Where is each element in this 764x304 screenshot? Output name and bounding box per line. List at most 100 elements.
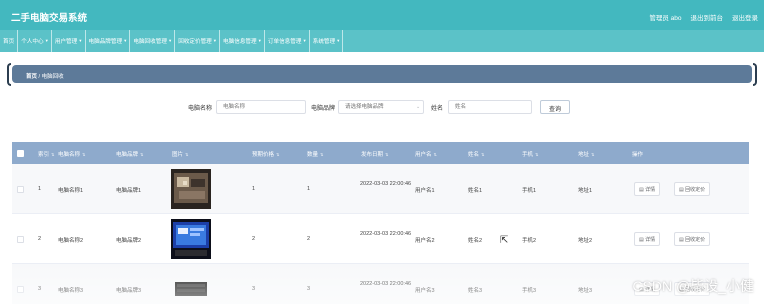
cell-address: 地址2: [578, 238, 593, 244]
table-header: 索引 ⇅ 电脑名称 ⇅ 电脑品牌 ⇅ 图片 ⇅ 预期价格 ⇅ 数量 ⇅ 发布日期 ⇅ 用户名 ⇅…: [12, 142, 749, 164]
detail-button-label: 详情: [645, 237, 656, 243]
computer-thumbnail[interactable]: [171, 219, 211, 259]
detail-button[interactable]: ▤ 详情: [634, 182, 661, 196]
column-header[interactable]: 姓名 ⇅: [468, 150, 484, 158]
column-header[interactable]: 索引 ⇅: [38, 150, 54, 158]
cell-phone: 手机2: [522, 238, 537, 244]
top-header: 二手电脑交易系统 管理员 abo 退出到前台 退出登录: [0, 0, 764, 30]
cell-person: 姓名3: [468, 288, 483, 294]
column-header[interactable]: 图片 ⇅: [172, 150, 188, 158]
cell-index: 2: [38, 236, 42, 242]
logout-link[interactable]: 退出登录: [732, 12, 758, 22]
column-header-label: 发布日期: [361, 152, 384, 158]
price-button-label: 回收定价: [685, 187, 706, 193]
column-header[interactable]: 电脑名称 ⇅: [58, 150, 85, 158]
cell-index: 1: [38, 186, 42, 192]
column-header-label: 图片: [172, 152, 184, 158]
chevron-down-icon: ▾: [45, 38, 48, 43]
nav-item-brands[interactable]: 电脑品牌管理 ▾: [86, 30, 131, 52]
row-checkbox[interactable]: [17, 236, 24, 243]
column-header-label: 操作: [632, 152, 644, 158]
column-header[interactable]: 手机 ⇅: [522, 150, 538, 158]
person-label: 姓名: [431, 106, 444, 112]
nav-item-label: 系统管理: [312, 39, 336, 45]
column-header[interactable]: 用户名 ⇅: [415, 150, 437, 158]
column-header[interactable]: 地址 ⇅: [578, 150, 594, 158]
chevron-down-icon: ▾: [337, 38, 340, 43]
breadcrumb-text: 首页 / 电脑回收: [26, 72, 64, 80]
sort-icon: ⇅: [185, 152, 189, 157]
sort-icon: ⇅: [535, 152, 539, 157]
select-all-checkbox[interactable]: [17, 150, 24, 157]
app-title: 二手电脑交易系统: [11, 13, 88, 24]
nav-item-home[interactable]: 首页: [0, 30, 19, 52]
chevron-down-icon: ▾: [168, 38, 172, 43]
cell-date: 2022-03-03 22:00:46: [360, 281, 412, 287]
cell-quantity: 2: [307, 236, 311, 242]
nav-item-computers[interactable]: 电脑信息管理 ▾: [220, 30, 265, 52]
cell-name: 电脑名称2: [58, 238, 84, 244]
price-button[interactable]: ▤ 回收定价: [674, 232, 711, 246]
cell-address: 地址1: [578, 188, 593, 194]
brand-label: 电脑品牌: [311, 106, 336, 112]
column-header-label: 电脑名称: [58, 152, 81, 158]
chevron-down-icon: ⌄: [416, 104, 421, 110]
computer-name-input[interactable]: [216, 100, 306, 114]
sort-icon: ⇅: [320, 152, 324, 157]
nav-item-users[interactable]: 用户管理 ▾: [52, 30, 86, 52]
chevron-down-icon: ▾: [258, 38, 261, 43]
front-page-link[interactable]: 退出到前台: [691, 12, 724, 22]
nav-item-system[interactable]: 系统管理 ▾: [310, 30, 344, 52]
sort-icon: ⇅: [591, 152, 595, 157]
admin-label: 管理员 abo: [649, 15, 682, 22]
cell-phone: 手机3: [522, 288, 537, 294]
search-form: 电脑名称 电脑品牌 ⌄ 姓名 查询: [0, 100, 764, 116]
breadcrumb-bar: 首页 / 电脑回收: [12, 65, 752, 83]
column-header-label: 地址: [578, 152, 590, 158]
nav-item-pricing[interactable]: 回收定价管理 ▾: [175, 30, 221, 52]
sort-icon: ⇅: [385, 152, 389, 157]
column-header-label: 手机: [522, 152, 534, 158]
cell-quantity: 1: [307, 186, 311, 192]
chevron-down-icon: ▾: [213, 38, 217, 43]
row-checkbox[interactable]: [17, 186, 24, 193]
nav-item-label: 电脑信息管理: [223, 39, 257, 45]
row-checkbox[interactable]: [17, 286, 24, 293]
breadcrumb: 首页 / 电脑回收: [7, 63, 757, 86]
detail-button[interactable]: ▤ 详情: [634, 232, 661, 246]
nav-item-orders[interactable]: 订单信息管理 ▾: [265, 30, 310, 52]
cell-quantity: 3: [307, 286, 311, 292]
column-header[interactable]: 发布日期 ⇅: [361, 150, 388, 158]
cell-date: 2022-03-03 22:00:46: [360, 231, 412, 237]
column-header[interactable]: 预期价格 ⇅: [252, 150, 279, 158]
sort-icon: ⇅: [140, 152, 144, 157]
person-name-input[interactable]: [448, 100, 532, 114]
price-button[interactable]: ▤ 回收定价: [674, 182, 711, 196]
search-button[interactable]: 查询: [540, 100, 570, 114]
cell-username: 用户名1: [415, 188, 435, 194]
mouse-cursor-icon: ⇱: [500, 235, 509, 246]
main-nav: 首页 个人中心 ▾ 用户管理 ▾ 电脑品牌管理 ▾ 电脑回收管理 ▾ 回收定价管理 ▾ 电…: [0, 30, 764, 52]
cell-name: 电脑名称1: [58, 188, 84, 194]
cell-date: 2022-03-03 22:00:46: [360, 181, 412, 187]
breadcrumb-separator: /: [38, 74, 41, 80]
breadcrumb-home[interactable]: 首页: [26, 74, 37, 80]
nav-item-recycle[interactable]: 电脑回收管理 ▾: [130, 30, 176, 52]
column-header: 操作: [632, 150, 643, 158]
brand-select[interactable]: [338, 100, 424, 114]
computer-thumbnail[interactable]: [171, 272, 211, 304]
column-header-label: 用户名: [415, 152, 432, 158]
column-header-label: 电脑品牌: [116, 152, 139, 158]
cell-price: 1: [252, 186, 256, 192]
computer-thumbnail[interactable]: [171, 169, 211, 209]
column-header[interactable]: 数量 ⇅: [307, 150, 323, 158]
cell-brand: 电脑品牌2: [116, 238, 142, 244]
nav-item-profile[interactable]: 个人中心 ▾: [18, 30, 52, 52]
price-button-label: 回收定价: [685, 237, 706, 243]
cell-username: 用户名2: [415, 238, 435, 244]
sort-icon: ⇅: [82, 152, 86, 157]
cell-phone: 手机1: [522, 188, 537, 194]
column-header[interactable]: 电脑品牌 ⇅: [116, 150, 143, 158]
column-header-label: 索引: [38, 152, 50, 158]
nav-item-label: 用户管理: [54, 39, 78, 45]
